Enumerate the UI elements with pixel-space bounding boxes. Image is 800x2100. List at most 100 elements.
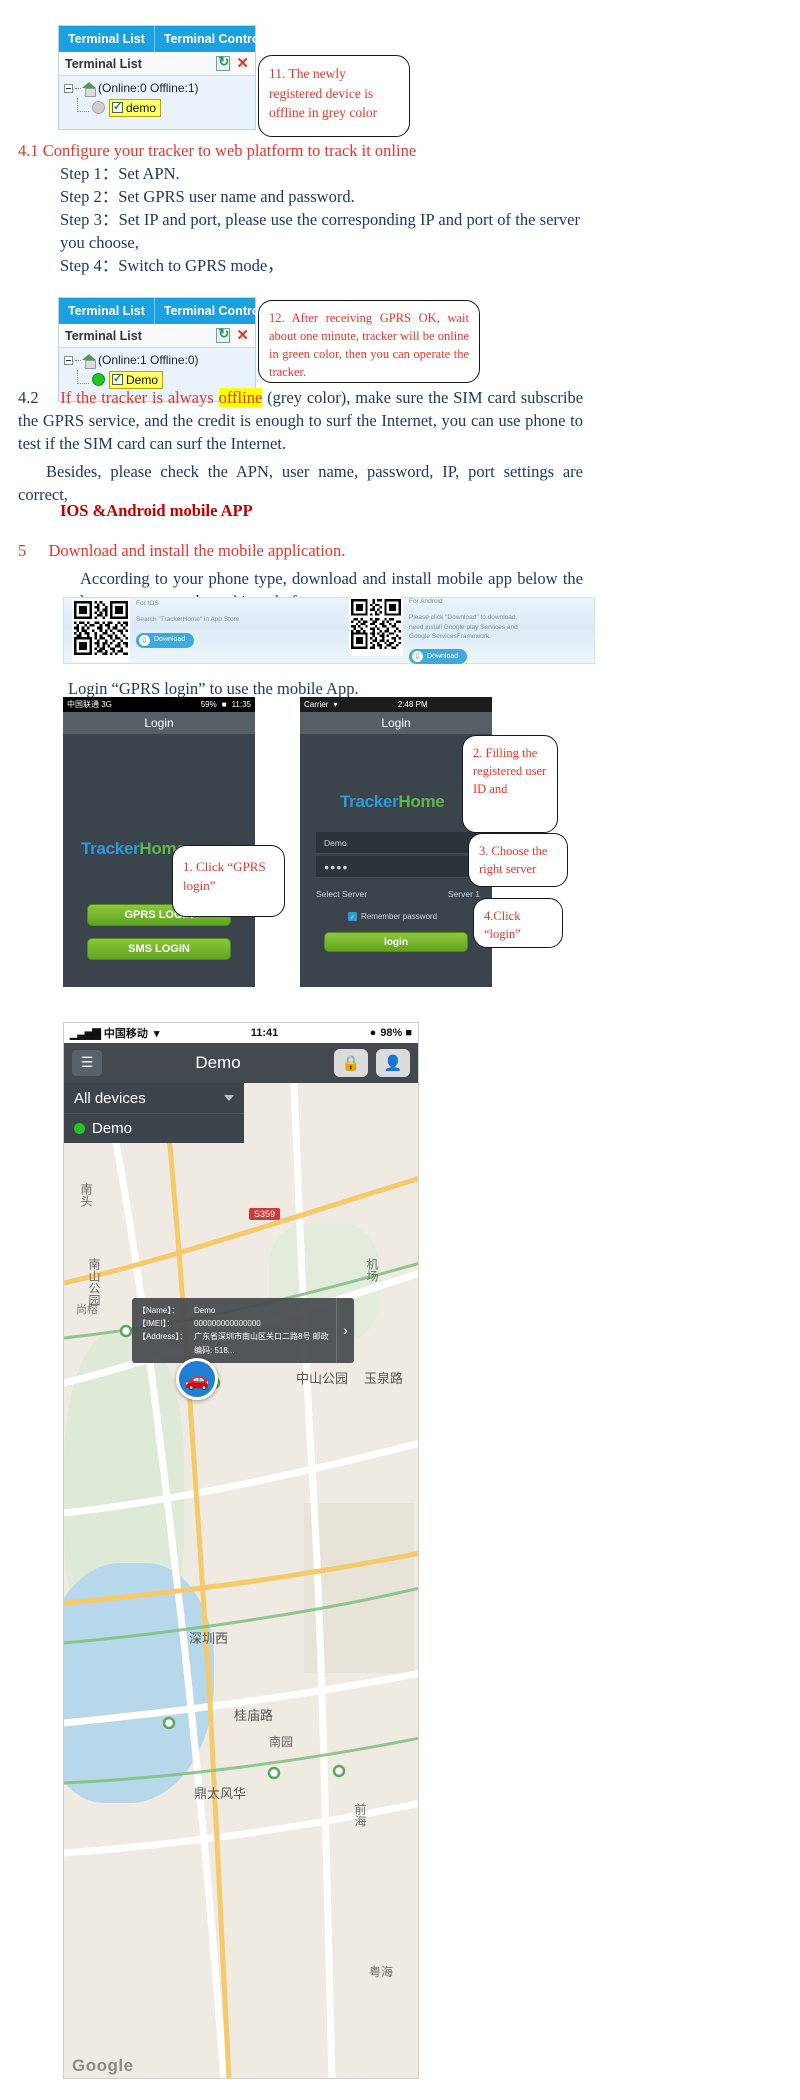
- map-label-nanyuan: 南园: [269, 1735, 294, 1749]
- hamburger-icon[interactable]: ☰: [72, 1050, 102, 1076]
- device-node-demo-2[interactable]: Demo: [109, 370, 164, 389]
- ios-time: 2:48 PM: [397, 700, 428, 709]
- close-icon[interactable]: ✕: [236, 56, 249, 71]
- terminal-list-header-2: Terminal List ✕: [59, 324, 255, 348]
- server-value[interactable]: Server 1: [448, 889, 480, 899]
- vehicle-marker-icon[interactable]: 🚗: [176, 1358, 218, 1400]
- device-list-item-label: Demo: [92, 1120, 133, 1137]
- ios-brand-logo: TrackerHome: [340, 792, 445, 812]
- ios-download-button[interactable]: ⇩ Download: [136, 632, 195, 648]
- callout-4-text: 4.Click “login”: [484, 909, 521, 942]
- info-value-address: 广东省深圳市南山区关口二路8号 邮政编码: 518...: [194, 1332, 329, 1355]
- terminal-tabs-2[interactable]: Terminal List Terminal Control: [59, 298, 279, 324]
- collapse-icon[interactable]: [64, 355, 73, 365]
- android-title: For Android: [409, 597, 443, 605]
- tree-root-row-2[interactable]: (Online:1 Offline:0): [64, 353, 251, 369]
- android-download-label: Download: [427, 652, 459, 660]
- section-5-number: 5: [18, 541, 27, 560]
- map-title: Demo: [195, 1053, 241, 1072]
- tab-terminal-control[interactable]: Terminal Control: [153, 26, 288, 52]
- chevron-right-icon[interactable]: ›: [336, 1298, 354, 1363]
- terminal-tree[interactable]: (Online:0 Offline:1) demo: [59, 76, 255, 129]
- tree-root-row[interactable]: (Online:0 Offline:1): [64, 81, 251, 97]
- tab-terminal-list-2[interactable]: Terminal List: [59, 298, 154, 324]
- map-battery: 98%: [380, 1027, 403, 1039]
- map-roads: [64, 1083, 418, 2078]
- map-app-screenshot[interactable]: ▁▃▅▇ 中国移动 ▾ 11:41 ● 98% ■ ☰ Demo 🔒 👤 S35…: [63, 1022, 419, 2079]
- map-time: 11:41: [250, 1027, 279, 1039]
- battery-icon: ■: [405, 1027, 412, 1039]
- map-label-qianhai: 前海: [353, 1803, 367, 1827]
- chevron-down-icon: [224, 1095, 234, 1101]
- brand-part-1: Tracker: [340, 792, 399, 811]
- map-label-guimiao: 桂庙路: [234, 1708, 274, 1723]
- panel-title-2: Terminal List: [65, 328, 142, 343]
- alarm-icon: ●: [369, 1027, 377, 1039]
- refresh-icon[interactable]: [216, 326, 231, 343]
- ios-login-button[interactable]: login: [324, 932, 468, 952]
- map-label-nanshan: 南山公园: [87, 1258, 101, 1306]
- wifi-icon: ▾: [153, 1027, 160, 1040]
- map-label-zhongshan-park: 中山公园: [296, 1371, 349, 1386]
- device-panel[interactable]: All devices Demo: [64, 1083, 244, 1143]
- signal-icon: ▁▃▅▇: [70, 1027, 101, 1040]
- checkbox-icon[interactable]: [112, 372, 123, 385]
- qr-svg-android: [351, 598, 401, 649]
- close-icon[interactable]: ✕: [236, 328, 249, 343]
- remember-checkbox-icon[interactable]: ✓: [348, 912, 357, 921]
- android-brand-logo: TrackerHome: [81, 839, 186, 859]
- app-download-banner: For IOS Search "TrackerHome" in App Stor…: [63, 596, 595, 665]
- ios-download-text: For IOS Search "TrackerHome" in App Stor…: [130, 599, 239, 648]
- android-download-button[interactable]: ⇩ Download: [409, 649, 468, 665]
- ios-download-block: For IOS Search "TrackerHome" in App Stor…: [64, 599, 309, 662]
- map-label-shangrong: 尚榕: [76, 1304, 98, 1316]
- device-node-demo[interactable]: demo: [109, 98, 162, 117]
- remember-password-row[interactable]: ✓ Remember password: [348, 912, 437, 921]
- device-info-card[interactable]: 【Name】： Demo 【IMEI】： 000000000000000 【Ad…: [132, 1298, 354, 1363]
- tree-child-row[interactable]: demo: [64, 98, 251, 117]
- section-4-2-number: 4.2: [18, 388, 39, 407]
- password-field[interactable]: ●●●●: [316, 856, 476, 878]
- refresh-icon[interactable]: [216, 54, 231, 71]
- home-icon: [82, 353, 97, 369]
- user-id-field[interactable]: Demo: [316, 832, 476, 854]
- user-icon[interactable]: 👤: [376, 1049, 410, 1077]
- map-label-nantou: 南头: [79, 1183, 93, 1207]
- info-row-name: 【Name】： Demo: [138, 1304, 330, 1317]
- map-status-bar: ▁▃▅▇ 中国移动 ▾ 11:41 ● 98% ■: [64, 1023, 418, 1043]
- download-icon: ⇩: [139, 634, 150, 646]
- map-label-dingtai: 鼎太风华: [194, 1786, 247, 1801]
- info-value-imei: 000000000000000: [194, 1319, 261, 1329]
- tree-elbow: [77, 98, 89, 112]
- section-4-1-step-2: Step 2：Set GPRS user name and password.: [60, 187, 355, 206]
- terminal-list-widget-offline[interactable]: Terminal List Terminal Control Terminal …: [58, 25, 279, 130]
- battery-icon: ■: [221, 700, 227, 709]
- map-label-yuquan: 玉泉路: [364, 1371, 404, 1386]
- callout-4: 4.Click “login”: [473, 898, 563, 948]
- collapse-icon[interactable]: [64, 83, 73, 93]
- ios-carrier: Carrier: [304, 700, 329, 709]
- device-selector[interactable]: All devices: [64, 1083, 244, 1113]
- sms-login-button[interactable]: SMS LOGIN: [87, 938, 231, 960]
- app-section-heading: IOS &Android mobile APP: [60, 501, 253, 520]
- server-row[interactable]: Select Server Server 1: [316, 889, 480, 899]
- callout-3: 3. Choose the right server: [468, 833, 568, 887]
- map-canvas[interactable]: S359 南山公园 中山公园 玉泉路 深圳西 桂庙路 南园 鼎太风华 南头 机场…: [64, 1083, 418, 2078]
- device-list-item-demo[interactable]: Demo: [64, 1113, 244, 1143]
- ios-title-label: Login: [381, 716, 411, 730]
- device-info-rows: 【Name】： Demo 【IMEI】： 000000000000000 【Ad…: [132, 1298, 336, 1363]
- android-carrier: 中国联通 3G: [67, 700, 112, 709]
- lock-icon[interactable]: 🔒: [334, 1049, 368, 1077]
- section-4-1-step-3: Step 3：Set IP and port, please use the c…: [60, 210, 580, 252]
- tab-terminal-list[interactable]: Terminal List: [59, 26, 154, 52]
- callout-11: 11. The newly registered device is offli…: [258, 55, 410, 137]
- download-icon: ⇩: [412, 651, 423, 663]
- checkbox-icon[interactable]: [112, 100, 123, 113]
- android-title-bar: Login: [63, 712, 255, 734]
- section-4-2-paragraph: 4.2 If the tracker is always offline (gr…: [18, 387, 583, 455]
- android-status-bar: 中国联通 3G 59% ■ 11:35: [63, 697, 255, 712]
- android-login-screenshot[interactable]: 中国联通 3G 59% ■ 11:35 Login TrackerHome GP…: [63, 697, 255, 987]
- map-label-s359: S359: [249, 1208, 281, 1220]
- device-selector-label: All devices: [74, 1089, 146, 1107]
- terminal-tabs[interactable]: Terminal List Terminal Control: [59, 26, 279, 52]
